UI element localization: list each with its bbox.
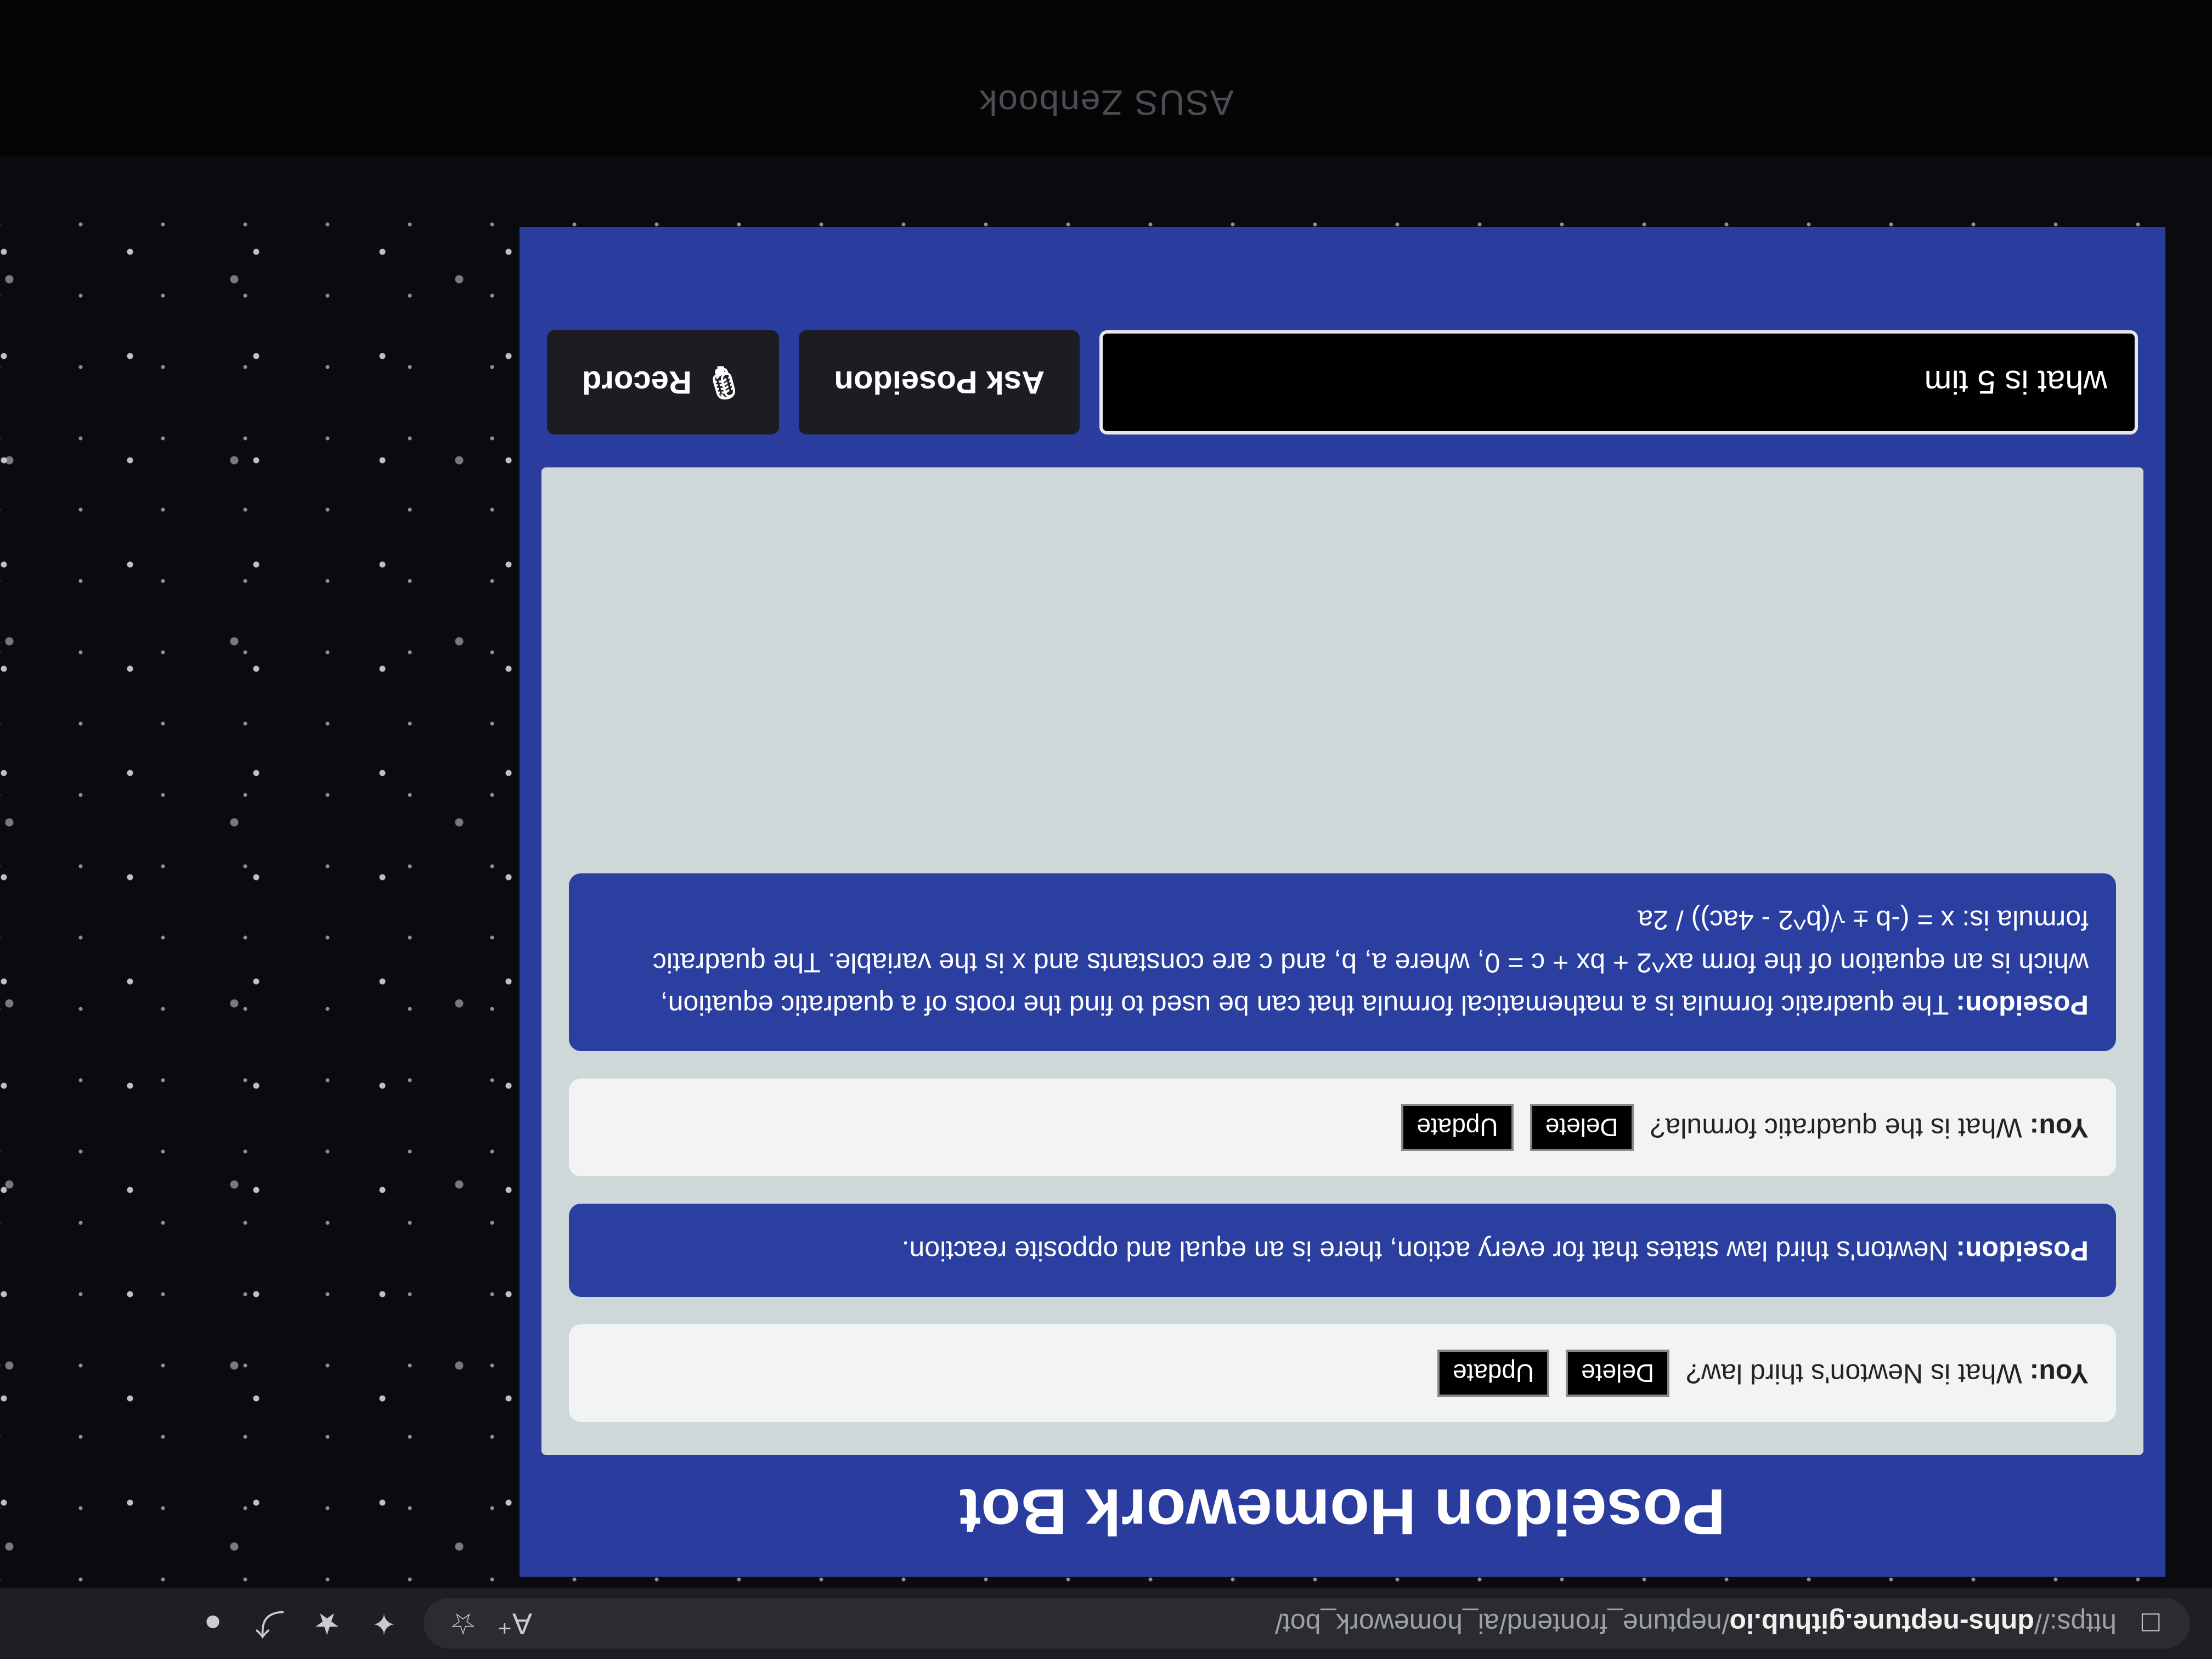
delete-message-button[interactable]: Delete	[1566, 1350, 1670, 1397]
user-message: You: What is Newton's third law? Delete …	[569, 1324, 2116, 1422]
user-message-text: You: What is Newton's third law?	[1686, 1352, 2089, 1395]
read-aloud-icon[interactable]: A⁺	[496, 1606, 532, 1641]
user-message: You: What is the quadratic formula? Dele…	[569, 1079, 2116, 1177]
message-sender: You:	[2029, 1113, 2089, 1144]
message-body: What is Newton's third law?	[1686, 1358, 2030, 1389]
bot-message: Poseidon: Newton's third law states that…	[569, 1204, 2116, 1297]
site-info-icon[interactable]: □	[2133, 1606, 2168, 1641]
photographed-screen: □ https://dnhs-neptune.github.io/neptune…	[0, 0, 2212, 1659]
microphone-icon: 🎙	[703, 365, 744, 400]
profile-icon[interactable]: ●	[195, 1606, 230, 1641]
message-sender: Poseidon:	[1956, 990, 2089, 1021]
record-button-label: Record	[582, 364, 692, 400]
url-scheme: https://	[2034, 1608, 2117, 1639]
url-path: /neptune_frontend/ai_homework_bot/	[1275, 1608, 1730, 1639]
url-host: dnhs-neptune.github.io	[1729, 1608, 2034, 1639]
message-sender: Poseidon:	[1956, 1235, 2089, 1266]
message-body: Newton's third law states that for every…	[901, 1235, 1956, 1266]
message-body: What is the quadratic formula?	[1650, 1113, 2030, 1144]
extensions-icon[interactable]: ✦	[366, 1606, 402, 1641]
message-sender: You:	[2029, 1358, 2089, 1389]
laptop-bezel: ASUS Zenbook	[0, 0, 2212, 156]
favorite-icon[interactable]: ☆	[445, 1606, 481, 1641]
record-button[interactable]: 🎙 Record	[547, 330, 780, 435]
update-message-button[interactable]: Update	[1401, 1104, 1514, 1152]
update-message-button[interactable]: Update	[1437, 1350, 1550, 1397]
chat-history: You: What is Newton's third law? Delete …	[541, 467, 2143, 1455]
laptop-brand-label: ASUS Zenbook	[978, 83, 1234, 122]
url-text[interactable]: https://dnhs-neptune.github.io/neptune_f…	[1275, 1607, 2117, 1639]
ask-poseidon-button[interactable]: Ask Poseidon	[799, 330, 1080, 435]
favorites-bar-icon[interactable]: ★	[309, 1606, 345, 1641]
address-bar[interactable]: □ https://dnhs-neptune.github.io/neptune…	[424, 1598, 2190, 1649]
delete-message-button[interactable]: Delete	[1530, 1104, 1634, 1152]
question-input-row: Ask Poseidon 🎙 Record	[541, 297, 2143, 467]
page-title: Poseidon Homework Bot	[959, 1475, 1726, 1548]
browser-toolbar: □ https://dnhs-neptune.github.io/neptune…	[0, 1588, 2212, 1659]
bot-message: Poseidon: The quadratic formula is a mat…	[569, 873, 2116, 1052]
pin-icon[interactable]: ⤴	[252, 1606, 287, 1641]
user-message-text: You: What is the quadratic formula?	[1650, 1107, 2089, 1149]
question-input[interactable]	[1099, 330, 2138, 435]
message-body: The quadratic formula is a mathematical …	[652, 905, 2089, 1021]
homework-bot-app: Poseidon Homework Bot You: What is Newto…	[520, 227, 2165, 1577]
